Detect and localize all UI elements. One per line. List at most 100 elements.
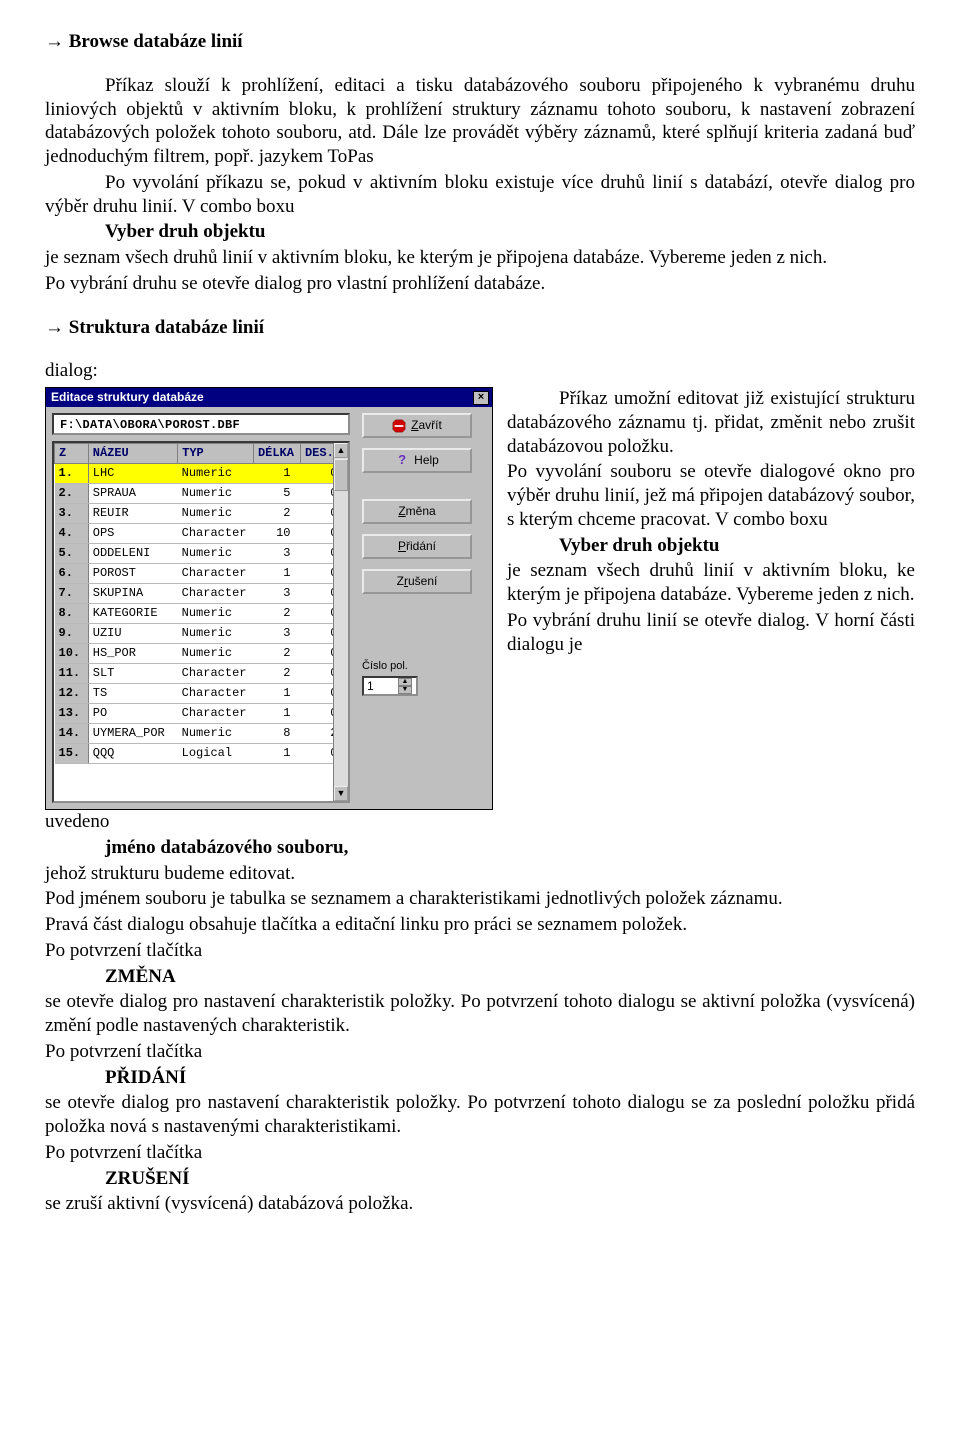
table-row[interactable]: 11.SLTCharacter20	[55, 664, 348, 684]
table-cell: 2.	[55, 484, 89, 504]
table-cell: 13.	[55, 704, 89, 724]
table-cell: Character	[178, 584, 254, 604]
table-cell: 4.	[55, 524, 89, 544]
col-z: Z	[55, 444, 89, 464]
cislo-pol-spinner[interactable]: ▲ ▼	[362, 676, 418, 696]
table-cell: 1	[253, 744, 300, 764]
table-cell: SLT	[88, 664, 177, 684]
para-browse-4: je seznam všech druhů linií v aktivním b…	[45, 246, 915, 270]
b-pod: Pod jménem souboru je tabulka se sezname…	[45, 887, 915, 911]
b-zmena-bold: ZMĚNA	[105, 965, 915, 989]
table-cell: 14.	[55, 724, 89, 744]
table-cell: UZIU	[88, 624, 177, 644]
spin-down-icon[interactable]: ▼	[398, 686, 412, 694]
table-cell: REUIR	[88, 504, 177, 524]
table-row[interactable]: 5.ODDELENINumeric30	[55, 544, 348, 564]
b-zmena-txt: se otevře dialog pro nastavení charakter…	[45, 990, 915, 1038]
table-cell: PO	[88, 704, 177, 724]
table-cell: 5	[253, 484, 300, 504]
table-scrollbar[interactable]: ▲ ▼	[333, 443, 348, 801]
close-icon[interactable]: ×	[473, 391, 489, 405]
table-row[interactable]: 9.UZIUNumeric30	[55, 624, 348, 644]
rt-p2: Po vyvolání souboru se otevře dialogové …	[507, 460, 915, 531]
b-prava: Pravá část dialogu obsahuje tlačítka a e…	[45, 913, 915, 937]
help-button[interactable]: ? Help	[362, 448, 472, 473]
rt-p4: je seznam všech druhů linií v aktivním b…	[507, 559, 915, 607]
b-pot-1: Po potvrzení tlačítka	[45, 939, 915, 963]
table-cell: 15.	[55, 744, 89, 764]
pridani-button[interactable]: Přidání	[362, 534, 472, 559]
close-button-label: Zavřít	[411, 418, 442, 433]
b-jehoz: jehož strukturu budeme editovat.	[45, 862, 915, 886]
heading-struktura: → Struktura databáze linií	[45, 316, 915, 340]
table-row[interactable]: 12.TSCharacter10	[55, 684, 348, 704]
table-cell: Character	[178, 664, 254, 684]
table-cell: Numeric	[178, 464, 254, 484]
para-browse-2: Po vyvolání příkazu se, pokud v aktivním…	[45, 171, 915, 219]
zmena-button[interactable]: Změna	[362, 499, 472, 524]
table-row[interactable]: 2.SPRAUANumeric50	[55, 484, 348, 504]
b-zruseni-bold: ZRUŠENÍ	[105, 1167, 915, 1191]
col-delka: DÉLKA	[253, 444, 300, 464]
table-cell: 2	[253, 664, 300, 684]
table-cell: 1	[253, 684, 300, 704]
cislo-pol-label: Číslo pol.	[362, 660, 472, 674]
table-row[interactable]: 8.KATEGORIENumeric20	[55, 604, 348, 624]
b-zruseni-txt: se zruší aktivní (vysvícená) databázová …	[45, 1192, 915, 1216]
file-path-field: F:\DATA\OBORA\POROST.DBF	[52, 413, 350, 435]
table-row[interactable]: 15.QQQLogical10	[55, 744, 348, 764]
table-cell: 12.	[55, 684, 89, 704]
table-cell: 11.	[55, 664, 89, 684]
stop-icon	[392, 419, 406, 433]
table-cell: Numeric	[178, 484, 254, 504]
scroll-down-icon[interactable]: ▼	[334, 786, 348, 801]
table-cell: Character	[178, 524, 254, 544]
table-row[interactable]: 1.LHCNumeric10	[55, 464, 348, 484]
table-cell: 2	[253, 644, 300, 664]
table-cell: Character	[178, 704, 254, 724]
table-cell: 9.	[55, 624, 89, 644]
rt-p5: Po vybrání druhu linií se otevře dialog.…	[507, 609, 915, 657]
table-cell: POROST	[88, 564, 177, 584]
table-row[interactable]: 13.POCharacter10	[55, 704, 348, 724]
close-button[interactable]: Zavřít	[362, 413, 472, 438]
heading-browse: → Browse databáze linií	[45, 30, 915, 54]
b-pot-3: Po potvrzení tlačítka	[45, 1141, 915, 1165]
table-cell: 3	[253, 624, 300, 644]
table-row[interactable]: 4.OPSCharacter100	[55, 524, 348, 544]
table-cell: Numeric	[178, 644, 254, 664]
table-cell: 10.	[55, 644, 89, 664]
scroll-thumb[interactable]	[334, 459, 348, 491]
table-row[interactable]: 3.REUIRNumeric20	[55, 504, 348, 524]
spin-up-icon[interactable]: ▲	[398, 678, 412, 686]
col-nazev: NÁZEU	[88, 444, 177, 464]
scroll-up-icon[interactable]: ▲	[334, 443, 348, 458]
table-cell: 1	[253, 564, 300, 584]
cislo-pol-input[interactable]	[364, 678, 398, 694]
table-cell: 8	[253, 724, 300, 744]
b-jmeno-bold: jméno databázového souboru,	[105, 836, 915, 860]
table-cell: Character	[178, 684, 254, 704]
table-row[interactable]: 14.UYMERA_PORNumeric82	[55, 724, 348, 744]
fields-table[interactable]: Z NÁZEU TYP DÉLKA DES.M 1.LHCNumeric102.…	[52, 441, 350, 803]
table-cell: Numeric	[178, 624, 254, 644]
pridani-button-label: Přidání	[398, 539, 436, 554]
table-cell: 10	[253, 524, 300, 544]
dialog-label: dialog:	[45, 359, 915, 383]
para-browse-1: Příkaz slouží k prohlížení, editaci a ti…	[45, 74, 915, 169]
table-cell: 7.	[55, 584, 89, 604]
col-typ: TYP	[178, 444, 254, 464]
table-cell: Numeric	[178, 544, 254, 564]
zruseni-button[interactable]: Zrušení	[362, 569, 472, 594]
rt-p3-bold: Vyber druh objektu	[559, 534, 915, 558]
table-row[interactable]: 10.HS_PORNumeric20	[55, 644, 348, 664]
dialog-title-text: Editace struktury databáze	[51, 390, 204, 405]
table-cell: 1	[253, 464, 300, 484]
para-browse-5: Po vybrání druhu se otevře dialog pro vl…	[45, 272, 915, 296]
rt-p1: Příkaz umožní editovat již existující st…	[507, 387, 915, 458]
table-cell: Character	[178, 564, 254, 584]
table-cell: 3	[253, 544, 300, 564]
table-row[interactable]: 7.SKUPINACharacter30	[55, 584, 348, 604]
table-cell: HS_POR	[88, 644, 177, 664]
table-row[interactable]: 6.POROSTCharacter10	[55, 564, 348, 584]
